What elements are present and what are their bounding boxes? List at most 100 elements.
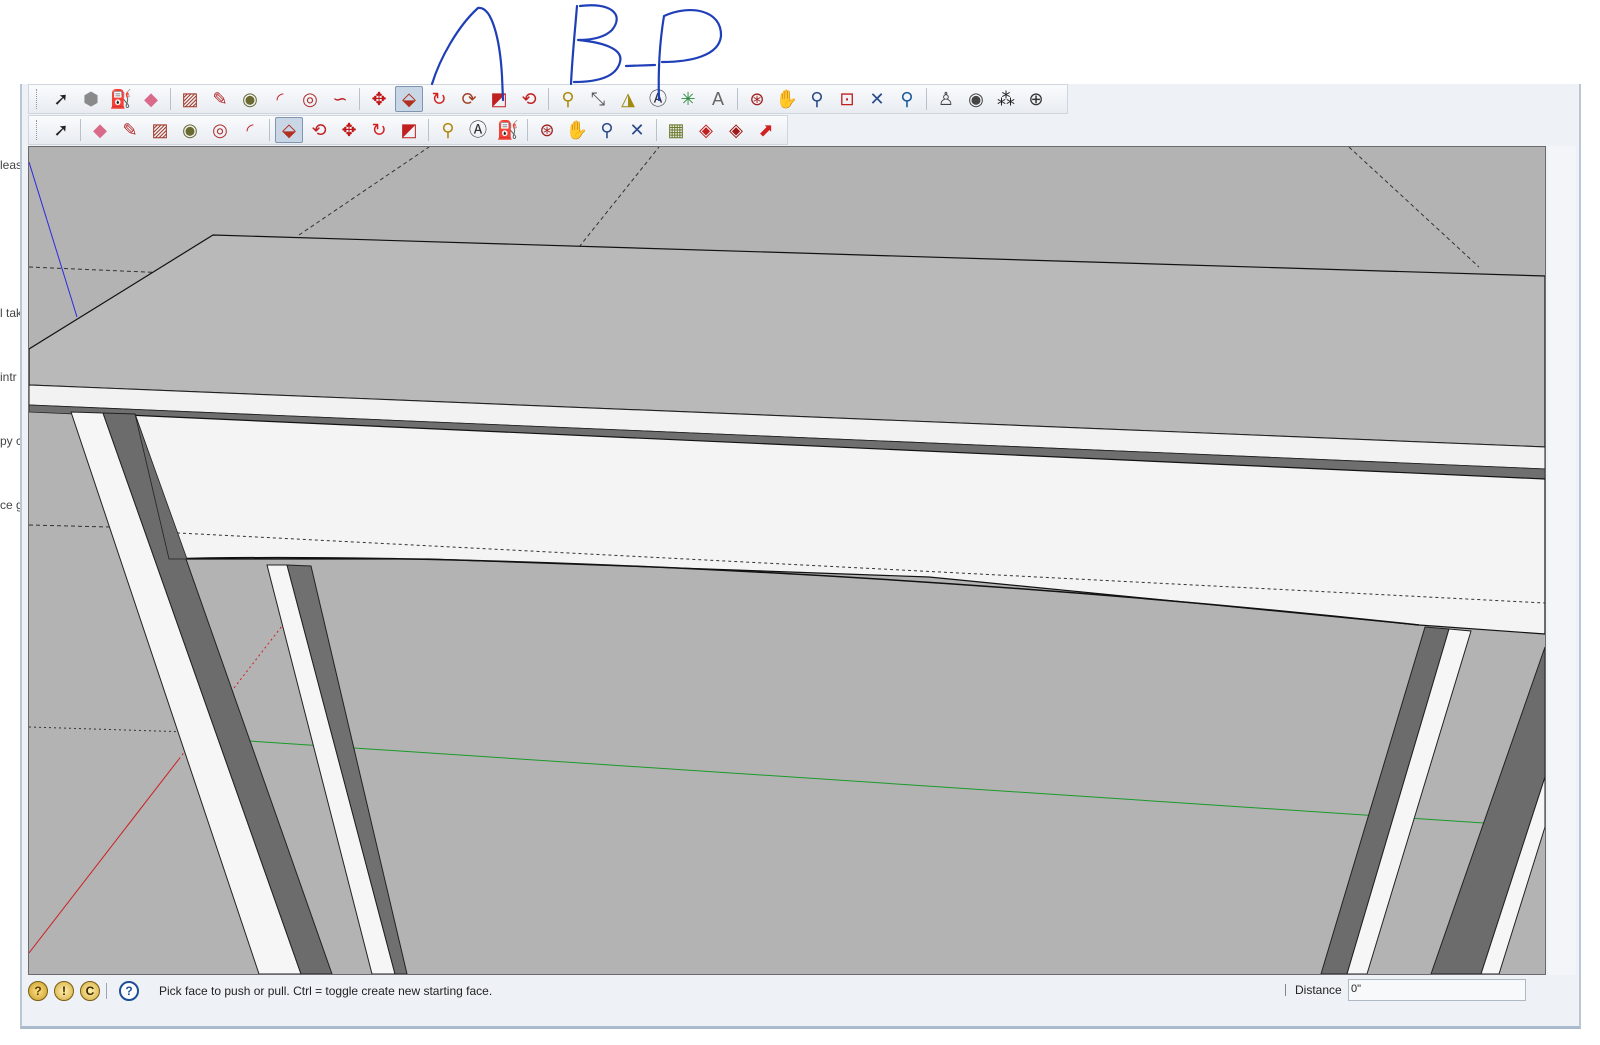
select-button[interactable]: ➚ [47, 86, 75, 112]
drawing-viewport[interactable] [28, 146, 1546, 975]
polygon-button[interactable]: ◎ [206, 117, 234, 143]
rectangle-button[interactable]: ▨ [146, 117, 174, 143]
previous-view-icon: ⚲ [900, 89, 914, 109]
arc-icon: ◜ [246, 120, 254, 140]
eraser-icon: ◆ [144, 89, 158, 109]
zoom-extents-icon: ✕ [869, 89, 885, 109]
offset-button[interactable]: ⟲ [515, 86, 543, 112]
rectangle-icon: ▨ [151, 120, 169, 140]
push-pull-icon: ⬙ [282, 120, 296, 140]
follow-me-button[interactable]: ⟳ [455, 86, 483, 112]
measurements-input[interactable]: 0" [1348, 979, 1526, 1001]
make-component-icon: ⬢ [83, 89, 99, 109]
handwriting-stroke [624, 63, 657, 68]
position-camera-button[interactable]: ♙ [932, 86, 960, 112]
circle-button[interactable]: ◉ [176, 117, 204, 143]
select-icon: ➚ [53, 89, 69, 109]
freehand-button[interactable]: ∽ [326, 86, 354, 112]
dimension-button[interactable]: ⤡ [584, 86, 612, 112]
paint-bucket-icon: ⛽ [496, 120, 520, 140]
tape-measure-icon: ⚲ [561, 89, 575, 109]
measurements-label: Distance [1285, 983, 1342, 997]
warehouse-button[interactable]: ▦ [662, 117, 690, 143]
rotate-icon: ↻ [371, 120, 387, 140]
3d-text-icon: A [711, 89, 724, 109]
layout-send-button[interactable]: ⬈ [752, 117, 780, 143]
arc-button[interactable]: ◜ [236, 117, 264, 143]
toolbar-grip[interactable] [36, 89, 40, 109]
pan-button[interactable]: ✋ [773, 86, 801, 112]
axes-button[interactable]: ✳ [674, 86, 702, 112]
layout-send-icon: ⬈ [758, 120, 774, 140]
zoom-icon: ⚲ [810, 89, 824, 109]
orbit-button[interactable]: ⊛ [743, 86, 771, 112]
rotate-button[interactable]: ↻ [425, 86, 453, 112]
zoom-button[interactable]: ⚲ [593, 117, 621, 143]
getting-started-toolbar: ➚ ◆ ✎ ▨ ◉ ◎ ◜ ⬙ ⟲ ✥ ↻ ◩ ⚲ Ⓐ ⛽ ⊛ ✋ ⚲ ✕ ▦ ◈ ◈ ⬈ [28, 115, 788, 145]
rotate-button[interactable]: ↻ [365, 117, 393, 143]
toolbar-separator [269, 119, 270, 141]
status-divider [106, 983, 107, 999]
toolbar-separator [656, 119, 657, 141]
handwriting-stroke [569, 4, 579, 86]
zoom-icon: ⚲ [600, 120, 614, 140]
move-button[interactable]: ✥ [335, 117, 363, 143]
model-canvas[interactable] [29, 147, 1545, 974]
window-right-margin [1548, 146, 1576, 975]
rectangle-icon: ▨ [181, 89, 199, 109]
zoom-extents-button[interactable]: ✕ [863, 86, 891, 112]
background-window-text: leas l tak intr py c ce g [0, 84, 22, 1029]
pan-icon: ✋ [775, 89, 799, 109]
orbit-button[interactable]: ⊛ [533, 117, 561, 143]
eraser-button[interactable]: ◆ [137, 86, 165, 112]
zoom-window-button[interactable]: ⊡ [833, 86, 861, 112]
walk-icon: ⁂ [997, 89, 1015, 109]
credits-icon[interactable]: ! [54, 981, 74, 1001]
3d-text-button[interactable]: A [704, 86, 732, 112]
scale-button[interactable]: ◩ [485, 86, 513, 112]
orbit-icon: ⊛ [539, 120, 555, 140]
instructor-help-icon[interactable]: ? [119, 981, 139, 1001]
paint-bucket-button[interactable]: ⛽ [107, 86, 135, 112]
line-button[interactable]: ✎ [116, 117, 144, 143]
offset-button[interactable]: ⟲ [305, 117, 333, 143]
previous-view-button[interactable]: ⚲ [893, 86, 921, 112]
background-text-line: leas [0, 158, 22, 172]
push-pull-button[interactable]: ⬙ [275, 117, 303, 143]
pan-button[interactable]: ✋ [563, 117, 591, 143]
look-around-button[interactable]: ◉ [962, 86, 990, 112]
tape-measure-button[interactable]: ⚲ [434, 117, 462, 143]
line-icon: ✎ [122, 120, 138, 140]
share-model-button[interactable]: ◈ [692, 117, 720, 143]
polygon-button[interactable]: ◎ [296, 86, 324, 112]
user-icon[interactable]: C [80, 981, 100, 1001]
move-icon: ✥ [341, 120, 357, 140]
position-camera-icon: ♙ [937, 89, 955, 109]
select-button[interactable]: ➚ [47, 117, 75, 143]
section-plane-button[interactable]: ⊕ [1022, 86, 1050, 112]
make-component-button[interactable]: ⬢ [77, 86, 105, 112]
toolbar-separator [170, 88, 171, 110]
geolocation-icon[interactable]: ? [28, 981, 48, 1001]
line-button[interactable]: ✎ [206, 86, 234, 112]
circle-button[interactable]: ◉ [236, 86, 264, 112]
toolbar-separator [548, 88, 549, 110]
toolbar-grip[interactable] [36, 120, 40, 140]
scale-button[interactable]: ◩ [395, 117, 423, 143]
arc-button[interactable]: ◜ [266, 86, 294, 112]
extension-warehouse-button[interactable]: ◈ [722, 117, 750, 143]
tape-measure-button[interactable]: ⚲ [554, 86, 582, 112]
move-button[interactable]: ✥ [365, 86, 393, 112]
text-button[interactable]: Ⓐ [644, 86, 672, 112]
paint-bucket-button[interactable]: ⛽ [494, 117, 522, 143]
protractor-button[interactable]: ◮ [614, 86, 642, 112]
rectangle-button[interactable]: ▨ [176, 86, 204, 112]
zoom-extents-button[interactable]: ✕ [623, 117, 651, 143]
move-icon: ✥ [371, 89, 387, 109]
zoom-button[interactable]: ⚲ [803, 86, 831, 112]
polygon-icon: ◎ [302, 89, 318, 109]
text-button[interactable]: Ⓐ [464, 117, 492, 143]
walk-button[interactable]: ⁂ [992, 86, 1020, 112]
push-pull-button[interactable]: ⬙ [395, 86, 423, 112]
eraser-button[interactable]: ◆ [86, 117, 114, 143]
